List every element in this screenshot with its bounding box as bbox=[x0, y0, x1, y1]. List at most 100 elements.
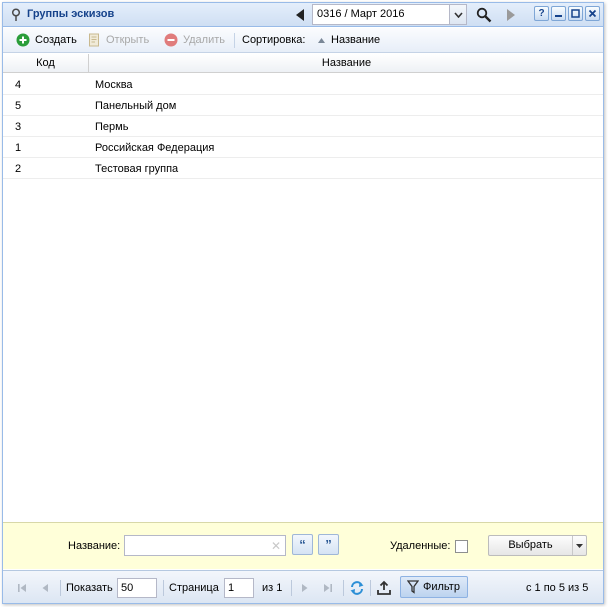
filter-button[interactable]: Фильтр bbox=[400, 576, 468, 598]
page-label: Страница bbox=[169, 571, 219, 604]
first-page-button[interactable] bbox=[17, 571, 27, 604]
cell-code: 1 bbox=[15, 142, 22, 154]
last-page-button[interactable] bbox=[323, 571, 333, 604]
paging-separator bbox=[163, 580, 164, 596]
help-icon: ? bbox=[538, 8, 545, 19]
show-label: Показать bbox=[66, 571, 113, 604]
chevron-down-icon bbox=[453, 11, 463, 18]
arrow-right-icon bbox=[302, 583, 308, 592]
minimize-icon bbox=[555, 15, 562, 17]
period-combo[interactable]: 0316 / Март 2016 bbox=[312, 4, 467, 25]
upload-icon bbox=[377, 580, 391, 595]
sort-field-label: Название bbox=[331, 34, 381, 46]
funnel-icon bbox=[407, 580, 419, 594]
paging-summary: с 1 по 5 из 5 bbox=[526, 571, 588, 604]
close-quote-button[interactable]: ” bbox=[318, 534, 339, 555]
maximize-button[interactable] bbox=[568, 6, 583, 21]
cell-code: 2 bbox=[15, 163, 22, 175]
deleted-label: Удаленные: bbox=[390, 540, 451, 552]
close-quote-icon: ” bbox=[325, 537, 332, 552]
deleted-checkbox[interactable] bbox=[455, 540, 468, 553]
open-quote-icon: “ bbox=[299, 537, 306, 552]
next-period-button[interactable] bbox=[501, 5, 521, 25]
last-page-icon bbox=[324, 583, 332, 592]
select-dropdown-arrow[interactable] bbox=[572, 536, 586, 555]
add-icon bbox=[16, 33, 30, 47]
cell-name: Тестовая группа bbox=[95, 163, 179, 175]
period-value: 0316 / Март 2016 bbox=[317, 8, 405, 20]
table-row[interactable]: 3 Пермь bbox=[3, 116, 603, 137]
help-button[interactable]: ? bbox=[534, 6, 549, 21]
table-row[interactable]: 5 Панельный дом bbox=[3, 95, 603, 116]
page-total-text: из 1 bbox=[262, 581, 283, 594]
prev-page-button[interactable] bbox=[41, 571, 49, 604]
delete-icon bbox=[164, 33, 178, 47]
grid-header: Код Название bbox=[3, 54, 603, 73]
cell-code: 3 bbox=[15, 121, 22, 133]
search-icon bbox=[476, 7, 492, 23]
prev-period-button[interactable] bbox=[290, 5, 310, 25]
cell-code: 4 bbox=[15, 79, 22, 91]
maximize-icon bbox=[571, 9, 580, 18]
toolbar-separator bbox=[234, 33, 235, 48]
title-bar: Группы эскизов 0316 / Март 2016 ? bbox=[3, 3, 603, 27]
paging-separator bbox=[60, 580, 61, 596]
document-icon bbox=[89, 33, 99, 47]
page-number-input[interactable]: 1 bbox=[224, 578, 254, 598]
table-row[interactable]: 2 Тестовая группа bbox=[3, 158, 603, 179]
refresh-button[interactable] bbox=[349, 571, 365, 604]
name-filter-label: Название: bbox=[68, 540, 121, 552]
cell-name: Пермь bbox=[95, 121, 129, 133]
pin-icon bbox=[11, 8, 21, 21]
cell-name: Панельный дом bbox=[95, 100, 177, 112]
sort-label-text: Сортировка: bbox=[242, 34, 306, 46]
arrow-left-icon bbox=[42, 583, 48, 592]
delete-label: Удалить bbox=[183, 34, 225, 46]
arrow-left-icon bbox=[296, 9, 304, 21]
table-row[interactable]: 4 Москва bbox=[3, 74, 603, 95]
refresh-icon bbox=[350, 580, 364, 595]
sort-field-button[interactable]: Название bbox=[317, 34, 380, 46]
open-label: Открыть bbox=[106, 34, 150, 46]
paging-summary-text: с 1 по 5 из 5 bbox=[526, 581, 589, 594]
paging-separator bbox=[370, 580, 371, 596]
sketch-groups-window: Группы эскизов 0316 / Март 2016 ? Создат… bbox=[2, 2, 604, 604]
sort-label: Сортировка: bbox=[242, 34, 305, 46]
page-total: из 1 bbox=[262, 571, 282, 604]
select-split-button[interactable]: Выбрать bbox=[488, 535, 587, 556]
filter-panel: Название: ✕ “ ” Удаленные: Выбрать bbox=[3, 522, 603, 569]
export-button[interactable] bbox=[376, 571, 392, 604]
cell-code: 5 bbox=[15, 100, 22, 112]
create-button[interactable]: Создать bbox=[16, 33, 77, 47]
cell-name: Москва bbox=[95, 79, 133, 91]
name-filter-input[interactable]: ✕ bbox=[124, 535, 286, 556]
search-period-button[interactable] bbox=[474, 5, 494, 25]
page-size-input[interactable]: 50 bbox=[117, 578, 157, 598]
show-label-text: Показать bbox=[66, 581, 113, 594]
create-label: Создать bbox=[35, 34, 77, 46]
open-button[interactable]: Открыть bbox=[88, 33, 149, 47]
chevron-down-icon bbox=[576, 543, 583, 548]
sort-ascending-icon bbox=[318, 37, 325, 43]
window-title: Группы эскизов bbox=[27, 8, 115, 20]
first-page-icon bbox=[18, 583, 26, 592]
close-button[interactable] bbox=[585, 6, 600, 21]
select-button[interactable]: Выбрать bbox=[489, 536, 572, 555]
page-label-text: Страница bbox=[169, 581, 219, 594]
column-header-name[interactable]: Название bbox=[90, 54, 603, 73]
paging-separator bbox=[291, 580, 292, 596]
clear-icon[interactable]: ✕ bbox=[271, 539, 281, 553]
grid-body: 4 Москва 5 Панельный дом 3 Пермь 1 Росси… bbox=[3, 74, 603, 179]
paging-toolbar: Показать 50 Страница 1 из 1 Фильтр с 1 п… bbox=[3, 570, 603, 603]
column-header-code[interactable]: Код bbox=[3, 54, 89, 73]
minimize-button[interactable] bbox=[551, 6, 566, 21]
table-row[interactable]: 1 Российская Федерация bbox=[3, 137, 603, 158]
open-quote-button[interactable]: “ bbox=[292, 534, 313, 555]
delete-button[interactable]: Удалить bbox=[164, 33, 225, 47]
toolbar: Создать Открыть Удалить Сортировка: Назв… bbox=[3, 28, 603, 53]
period-dropdown-trigger[interactable] bbox=[449, 5, 466, 24]
arrow-right-icon bbox=[507, 9, 515, 21]
next-page-button[interactable] bbox=[301, 571, 309, 604]
close-icon bbox=[588, 9, 597, 18]
paging-separator bbox=[343, 580, 344, 596]
